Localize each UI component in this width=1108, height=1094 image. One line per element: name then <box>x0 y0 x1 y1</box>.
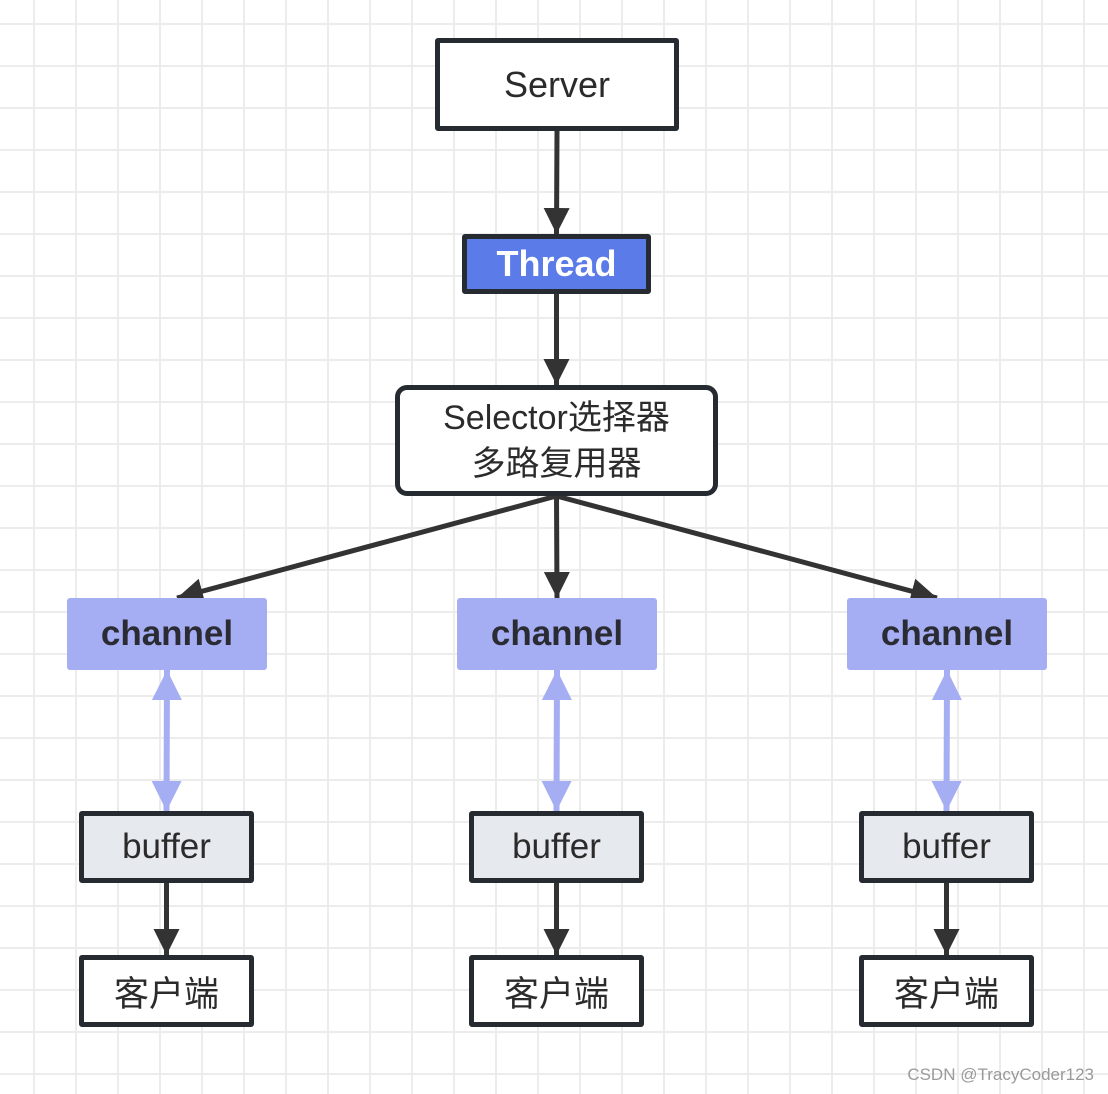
watermark: CSDN @TracyCoder123 <box>907 1065 1094 1084</box>
buffer-node[interactable]: buffer <box>469 811 644 883</box>
channel-label: channel <box>880 614 1014 653</box>
client-node[interactable]: 客户端 <box>859 955 1034 1027</box>
selector-node[interactable]: Selector选择器 多路复用器 <box>395 385 718 496</box>
server-label: Server <box>503 63 611 105</box>
channel-node[interactable]: channel <box>67 598 267 670</box>
buffer-label: buffer <box>902 827 991 866</box>
channel-node[interactable]: channel <box>457 598 657 670</box>
thread-label: Thread <box>496 243 617 284</box>
arrow-connector <box>543 495 570 599</box>
arrow-connector <box>543 130 570 235</box>
channel-label: channel <box>100 614 234 653</box>
bidirectional-link <box>541 669 572 812</box>
buffer-label: buffer <box>122 827 211 866</box>
bidirectional-link <box>931 669 962 812</box>
channel-label: channel <box>490 614 624 653</box>
client-label: 客户端 <box>503 974 609 1014</box>
channel-node[interactable]: channel <box>847 598 1047 670</box>
client-node[interactable]: 客户端 <box>79 955 254 1027</box>
edges-layer <box>151 130 962 955</box>
buffer-node[interactable]: buffer <box>859 811 1034 883</box>
bidirectional-link <box>151 669 182 812</box>
arrow-connector <box>176 493 558 604</box>
client-node[interactable]: 客户端 <box>469 955 644 1027</box>
server-node[interactable]: Server <box>435 38 679 131</box>
selector-label-line2: 多路复用器 <box>471 444 642 483</box>
client-label: 客户端 <box>893 974 999 1014</box>
selector-label-line1: Selector选择器 <box>443 398 670 437</box>
arrow-connector <box>555 493 938 604</box>
client-label: 客户端 <box>113 974 219 1014</box>
thread-node[interactable]: Thread <box>462 234 651 294</box>
buffer-label: buffer <box>512 827 601 866</box>
buffer-node[interactable]: buffer <box>79 811 254 883</box>
